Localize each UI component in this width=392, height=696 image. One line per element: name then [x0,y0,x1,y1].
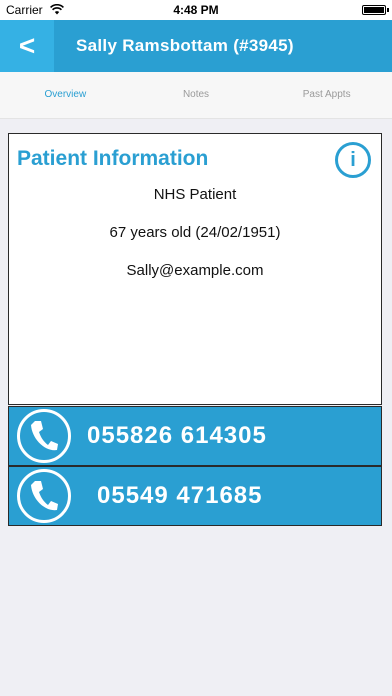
phone-icon [17,469,71,523]
patient-email[interactable]: Sally@example.com [9,262,381,279]
phone-number-2[interactable]: 05549 471685 [97,467,263,525]
battery-icon [362,5,389,15]
phone-row-2[interactable]: 05549 471685 [8,466,382,526]
tab-notes[interactable]: Notes [131,72,262,118]
patient-type: NHS Patient [153,186,237,203]
phone-number-1[interactable]: 055826 614305 [87,407,267,465]
status-bar: Carrier 4:48 PM [0,0,392,20]
patient-info-heading: Patient Information [17,147,209,170]
navigation-bar: < Sally Ramsbottam (#3945) [0,20,392,72]
status-time: 4:48 PM [173,3,219,17]
tab-bar: Overview Notes Past Appts [0,72,392,119]
tab-overview[interactable]: Overview [0,72,131,118]
patient-age: 67 years old (24/02/1951) [109,224,281,241]
tab-past-appts[interactable]: Past Appts [261,72,392,118]
page-title: Sally Ramsbottam (#3945) [76,36,294,55]
phone-icon [17,409,71,463]
phone-row-1[interactable]: 055826 614305 [8,406,382,466]
patient-info-card: Patient Information i NHS Patient 67 yea… [8,133,382,405]
back-button[interactable]: < [0,20,54,72]
info-icon[interactable]: i [335,142,371,178]
